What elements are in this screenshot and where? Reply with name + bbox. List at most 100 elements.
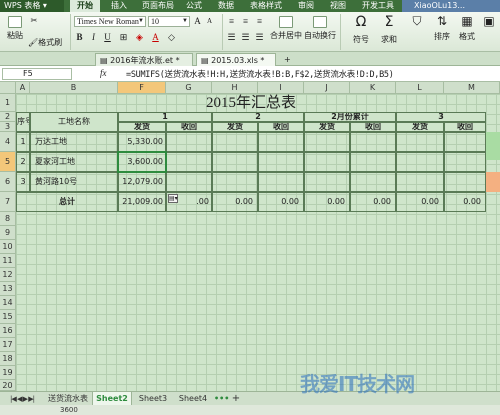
row-header[interactable]: 14 [0, 296, 16, 310]
tab-formulas[interactable]: 公式 [180, 0, 208, 12]
total-value[interactable]: 0.00 [212, 192, 258, 212]
cell-site[interactable]: 夏家河工地 [30, 152, 118, 172]
column-header-k[interactable]: K [350, 82, 396, 94]
name-box[interactable]: F5 [2, 68, 72, 80]
row-header[interactable]: 5 [0, 152, 16, 172]
sheet-tab-sheet4[interactable]: Sheet4 [174, 392, 212, 406]
style-button[interactable]: ▣ [480, 14, 498, 28]
align-center-icon[interactable]: ☰ [240, 32, 251, 43]
tab-insert[interactable]: 插入 [104, 0, 134, 12]
align-middle-icon[interactable]: ≡ [240, 16, 251, 27]
column-header-b[interactable]: B [30, 82, 118, 94]
tab-home[interactable]: 开始 [70, 0, 100, 12]
tab-page-layout[interactable]: 页面布局 [138, 0, 178, 12]
cell-empty[interactable] [166, 172, 212, 192]
header-send[interactable]: 发货 [118, 122, 166, 132]
cell-empty[interactable] [212, 132, 258, 152]
paste-options-icon[interactable]: ▤▾ [168, 194, 178, 203]
font-color-icon[interactable]: A [150, 32, 161, 43]
row-header[interactable]: 2 [0, 112, 16, 122]
decrease-font-icon[interactable]: A [204, 16, 215, 27]
cell-empty[interactable] [304, 132, 350, 152]
cell-empty[interactable] [166, 132, 212, 152]
total-value[interactable]: 0.00 [258, 192, 304, 212]
header-send[interactable]: 发货 [304, 122, 350, 132]
column-header-i[interactable]: I [258, 82, 304, 94]
increase-font-icon[interactable]: A [192, 16, 203, 27]
sheet-title[interactable]: 2015年汇总表 [16, 94, 486, 112]
cell-empty[interactable] [396, 172, 444, 192]
cell-empty[interactable] [350, 132, 396, 152]
cell-site[interactable]: 黄河路10号 [30, 172, 118, 192]
total-label[interactable]: 总计 [16, 192, 118, 212]
row-header[interactable]: 6 [0, 172, 16, 192]
new-tab-icon[interactable]: + [280, 53, 292, 66]
total-value[interactable]: 0.00 [396, 192, 444, 212]
row-header[interactable]: 15 [0, 310, 16, 324]
row-header[interactable]: 19 [0, 366, 16, 380]
italic-button[interactable]: I [88, 32, 99, 43]
cell-seq[interactable]: 2 [16, 152, 30, 172]
total-value[interactable]: 0.00 [444, 192, 486, 212]
auto-wrap-button[interactable]: 自动换行 [304, 16, 336, 41]
row-header[interactable]: 8 [0, 212, 16, 226]
row-header[interactable]: 16 [0, 324, 16, 338]
align-right-icon[interactable]: ☰ [254, 32, 265, 43]
total-value[interactable]: 0.00 [350, 192, 396, 212]
sheet-nav-icons[interactable]: |◀ ◀ ▶ ▶| [2, 392, 42, 406]
cut-icon[interactable]: ✂ [28, 16, 40, 26]
header-send[interactable]: 发货 [396, 122, 444, 132]
row-header[interactable]: 12 [0, 268, 16, 282]
row-header[interactable]: 1 [0, 94, 16, 112]
align-left-icon[interactable]: ☰ [226, 32, 237, 43]
cell-empty[interactable] [258, 172, 304, 192]
header-site[interactable]: 工地名称 [30, 112, 118, 132]
row-header[interactable]: 18 [0, 352, 16, 366]
tab-table-style[interactable]: 表格样式 [244, 0, 288, 12]
merge-center-button[interactable]: 合并居中 [270, 16, 302, 41]
cell-empty[interactable] [396, 152, 444, 172]
paste-button[interactable]: 粘贴 [4, 16, 26, 41]
font-size-select[interactable]: 10 ▼ [148, 16, 190, 27]
doc-tab-2015-03[interactable]: ▤ 2015.03.xls * [196, 53, 276, 66]
cell-empty[interactable] [444, 152, 486, 172]
cell-empty[interactable] [166, 152, 212, 172]
sheet-tab-sheet3[interactable]: Sheet3 [134, 392, 172, 406]
cell-empty[interactable] [212, 152, 258, 172]
cell-empty[interactable] [444, 172, 486, 192]
header-receive[interactable]: 收回 [350, 122, 396, 132]
row-header[interactable]: 10 [0, 240, 16, 254]
cell-empty[interactable] [350, 172, 396, 192]
column-header-j[interactable]: J [304, 82, 350, 94]
header-month-2-cum[interactable]: 2月份累计 [304, 112, 396, 122]
header-receive[interactable]: 收回 [258, 122, 304, 132]
row-header[interactable]: 17 [0, 338, 16, 352]
row-header[interactable]: 13 [0, 282, 16, 296]
row-header[interactable]: 7 [0, 192, 16, 212]
tab-developer[interactable]: 开发工具 [356, 0, 400, 12]
column-header-l[interactable]: L [396, 82, 444, 94]
row-header[interactable]: 20 [0, 380, 16, 391]
header-send[interactable]: 发货 [212, 122, 258, 132]
row-header[interactable]: 4 [0, 132, 16, 152]
sort-button[interactable]: ⇅ 排序 [430, 14, 454, 42]
header-receive[interactable]: 收回 [444, 122, 486, 132]
cell-send[interactable]: 5,330.00 [118, 132, 166, 152]
fx-icon[interactable]: fx [100, 68, 107, 78]
total-value[interactable]: 0.00 [304, 192, 350, 212]
sum-button[interactable]: Σ 求和 [378, 14, 400, 46]
tab-review[interactable]: 审阅 [292, 0, 320, 12]
formula-input[interactable]: =SUMIFS(送货流水表!H:H,送货流水表!B:B,F$2,送货流水表!D:… [126, 68, 394, 80]
format-painter-button[interactable]: 🖌格式刷 [28, 37, 68, 48]
format-button[interactable]: ▦ 格式 [456, 14, 478, 42]
row-header[interactable]: 11 [0, 254, 16, 268]
header-month-1[interactable]: 1 [118, 112, 212, 122]
doc-tab-2016[interactable]: ▤ 2016年流水账.et * [95, 53, 193, 66]
tab-data[interactable]: 数据 [212, 0, 240, 12]
align-top-icon[interactable]: ≡ [226, 16, 237, 27]
sheet-tab-sheet2[interactable]: Sheet2 [92, 392, 132, 406]
total-value[interactable]: 21,009.00 [118, 192, 166, 212]
header-seq[interactable]: 序号 [16, 112, 30, 132]
sheet-tab-delivery[interactable]: 送货流水表 [46, 392, 90, 406]
cell-empty[interactable] [258, 152, 304, 172]
